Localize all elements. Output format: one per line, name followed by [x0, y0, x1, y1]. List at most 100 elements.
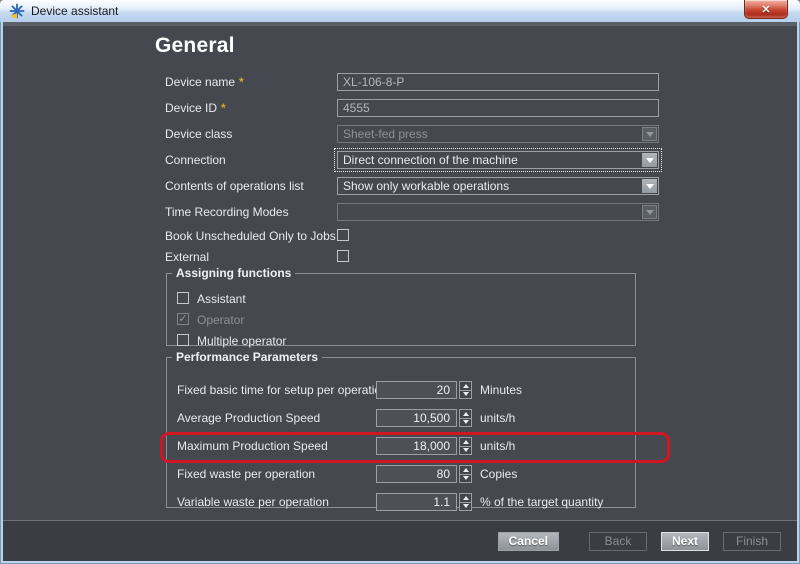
assigning-functions-group: Assigning functions Assistant Operator M…	[166, 266, 636, 346]
page-title: General	[155, 34, 235, 58]
variable-waste-input[interactable]	[376, 493, 457, 511]
field-label-text: Contents of operations list	[165, 179, 304, 193]
time-recording-row: Time Recording Modes	[3, 203, 797, 221]
device-assistant-window: Device assistant General Device name* De…	[0, 0, 800, 564]
device-id-label: Device ID *	[165, 99, 226, 117]
finish-button: Finish	[723, 532, 781, 551]
operations-list-row: Contents of operations list Show only wo…	[3, 177, 797, 195]
external-row: External	[3, 248, 797, 266]
connection-select[interactable]: Direct connection of the machine	[337, 151, 659, 169]
device-class-label: Device class	[165, 125, 232, 143]
perf-label: Maximum Production Speed	[177, 437, 328, 455]
wizard-button-bar: Cancel Back Next Finish	[3, 520, 797, 561]
device-id-input[interactable]	[337, 99, 659, 117]
performance-parameters-group: Performance Parameters Fixed basic time …	[166, 350, 636, 508]
connection-label: Connection	[165, 151, 226, 169]
unit-label: Minutes	[480, 381, 522, 399]
spinner-buttons	[459, 409, 472, 427]
prinect-star-icon	[9, 3, 25, 19]
unit-label: Copies	[480, 465, 517, 483]
selected-value: Show only workable operations	[338, 178, 658, 194]
spinner-buttons	[459, 437, 472, 455]
average-speed-input[interactable]	[376, 409, 457, 427]
external-checkbox[interactable]	[337, 250, 349, 262]
assistant-checkbox[interactable]	[177, 292, 189, 304]
close-button[interactable]	[744, 0, 788, 19]
checkbox-label: Multiple operator	[197, 334, 286, 348]
fixed-waste-row: Fixed waste per operation Copies	[167, 465, 635, 483]
device-name-input[interactable]	[337, 73, 659, 91]
device-name-row: Device name*	[3, 73, 797, 91]
setup-time-input[interactable]	[376, 381, 457, 399]
chevron-down-icon	[463, 420, 469, 424]
device-class-select: Sheet-fed press	[337, 125, 659, 143]
connection-row: Connection Direct connection of the mach…	[3, 151, 797, 169]
book-unscheduled-checkbox[interactable]	[337, 229, 349, 241]
wizard-page-general: General Device name* Device ID * Device c…	[3, 26, 797, 520]
maximum-speed-input[interactable]	[376, 437, 457, 455]
operations-list-label: Contents of operations list	[165, 177, 304, 195]
unit-label: units/h	[480, 437, 515, 455]
spinner-down-button[interactable]	[459, 418, 472, 428]
chevron-down-icon	[463, 476, 469, 480]
field-label-text: Book Unscheduled Only to Jobs	[165, 229, 336, 243]
book-unscheduled-row: Book Unscheduled Only to Jobs	[3, 227, 797, 245]
unit-label: units/h	[480, 409, 515, 427]
average-speed-row: Average Production Speed units/h	[167, 409, 635, 427]
external-label: External	[165, 248, 209, 266]
title-bar[interactable]: Device assistant	[0, 0, 800, 22]
spinner-buttons	[459, 381, 472, 399]
chevron-down-icon[interactable]	[642, 179, 657, 193]
chevron-up-icon	[463, 384, 469, 388]
perf-label: Fixed waste per operation	[177, 465, 315, 483]
device-class-row: Device class Sheet-fed press	[3, 125, 797, 143]
chevron-down-icon	[463, 448, 469, 452]
time-recording-select	[337, 203, 659, 221]
time-recording-label: Time Recording Modes	[165, 203, 289, 221]
field-label-text: External	[165, 250, 209, 264]
chevron-up-icon	[463, 468, 469, 472]
group-title: Performance Parameters	[172, 350, 322, 364]
perf-label: Average Production Speed	[177, 409, 320, 427]
setup-time-row: Fixed basic time for setup per operation…	[167, 381, 635, 399]
book-unscheduled-label: Book Unscheduled Only to Jobs	[165, 227, 336, 245]
cancel-button[interactable]: Cancel	[498, 532, 559, 551]
chevron-down-icon	[463, 504, 469, 508]
chevron-up-icon	[463, 412, 469, 416]
chevron-down-icon[interactable]	[642, 153, 657, 167]
checkbox-label: Operator	[197, 313, 244, 327]
spinner-down-button[interactable]	[459, 502, 472, 512]
required-asterisk: *	[221, 101, 226, 115]
required-asterisk: *	[239, 75, 244, 89]
perf-label: Fixed basic time for setup per operation	[177, 381, 388, 399]
checkbox-label: Assistant	[197, 292, 246, 306]
close-icon	[761, 0, 770, 18]
spinner-down-button[interactable]	[459, 474, 472, 484]
variable-waste-row: Variable waste per operation % of the ta…	[167, 493, 635, 511]
window-title: Device assistant	[31, 4, 118, 18]
dialog-content: General Device name* Device ID * Device c…	[3, 26, 797, 561]
spinner-down-button[interactable]	[459, 446, 472, 456]
spinner-down-button[interactable]	[459, 390, 472, 400]
next-button[interactable]: Next	[661, 532, 709, 551]
selected-value: Sheet-fed press	[338, 126, 658, 142]
operations-list-select[interactable]: Show only workable operations	[337, 177, 659, 195]
field-label-text: Connection	[165, 153, 226, 167]
chevron-down-icon	[463, 392, 469, 396]
chevron-up-icon	[463, 496, 469, 500]
group-title: Assigning functions	[172, 266, 295, 280]
field-label-text: Time Recording Modes	[165, 205, 289, 219]
unit-label: % of the target quantity	[480, 493, 603, 511]
perf-label: Variable waste per operation	[177, 493, 329, 511]
device-id-row: Device ID *	[3, 99, 797, 117]
field-label-text: Device ID	[165, 101, 217, 115]
spinner-buttons	[459, 493, 472, 511]
chevron-down-icon	[642, 127, 657, 141]
spinner-buttons	[459, 465, 472, 483]
operator-checkbox	[177, 313, 189, 325]
fixed-waste-input[interactable]	[376, 465, 457, 483]
multiple-operator-checkbox[interactable]	[177, 334, 189, 346]
back-button: Back	[589, 532, 647, 551]
maximum-speed-row: Maximum Production Speed units/h	[167, 437, 635, 455]
device-name-label: Device name*	[165, 73, 244, 91]
